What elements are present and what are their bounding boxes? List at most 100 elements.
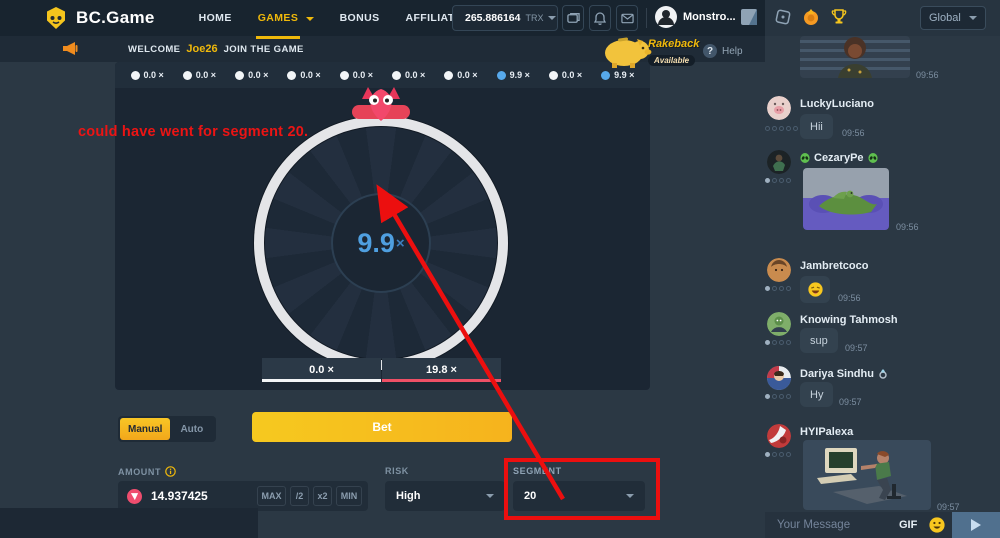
send-icon (971, 519, 981, 531)
lizard-couch-gif[interactable] (803, 168, 889, 230)
wheel-multiplier-times: × (396, 235, 405, 252)
auto-mode-button[interactable]: Auto (170, 424, 213, 435)
min-button[interactable]: MIN (336, 486, 362, 506)
half-button[interactable]: /2 (290, 486, 309, 506)
welcome-username[interactable]: Joe26 (186, 43, 217, 55)
avatar[interactable] (767, 366, 791, 390)
messages-button[interactable] (616, 5, 638, 31)
bet-button[interactable]: Bet (252, 412, 512, 442)
alien-emoji-icon (868, 153, 878, 164)
payout-underline (382, 379, 501, 382)
woman-reaction-gif[interactable] (800, 36, 910, 78)
multiplier-label: 9.9 × (510, 70, 530, 80)
leaderboard-button[interactable] (830, 8, 848, 31)
history-chip[interactable]: 0.0 × (131, 70, 164, 80)
chat-username[interactable]: HYIPalexa (800, 426, 853, 438)
chat-username[interactable]: Dariya Sindhu (800, 368, 874, 380)
history-chip[interactable]: 0.0 × (549, 70, 582, 80)
active-tab-underline (256, 36, 300, 39)
multiplier-label: 0.0 × (144, 70, 164, 80)
history-chip[interactable]: 0.0 × (340, 70, 373, 80)
avatar (655, 6, 677, 28)
multiplier-dot (444, 71, 453, 80)
user-badges (765, 178, 791, 183)
history-chip[interactable]: 0.0 × (392, 70, 425, 80)
chat-message-input[interactable] (777, 519, 895, 531)
risk-select[interactable]: High (385, 481, 505, 511)
piggy-bank-icon (600, 33, 654, 69)
max-button[interactable]: MAX (257, 486, 286, 506)
divider (646, 8, 647, 28)
nav-games[interactable]: GAMES (258, 12, 314, 24)
history-chip[interactable]: 0.0 × (444, 70, 477, 80)
emoji-button[interactable] (929, 517, 945, 533)
megaphone-icon (62, 41, 79, 56)
send-button[interactable] (952, 512, 1000, 538)
amount-value: 14.937425 (151, 489, 208, 503)
manual-mode-button[interactable]: Manual (120, 418, 170, 440)
user-badges (765, 126, 798, 131)
user-badges (765, 394, 791, 399)
multiplier-dot (549, 71, 558, 80)
coin-drop-button[interactable] (802, 8, 820, 31)
chat-username[interactable]: Knowing Tahmosh (800, 314, 898, 326)
retro-computer-gif[interactable] (803, 440, 931, 510)
message-time: 09:56 (916, 70, 939, 80)
chevron-down-icon (969, 16, 977, 20)
avatar[interactable] (767, 96, 791, 120)
wallet-button[interactable] (562, 5, 584, 31)
payout-label: 0.0 × (309, 364, 334, 376)
risk-label: RISK (385, 466, 409, 476)
rakeback-subtitle: Available (648, 55, 695, 66)
wheel-hub: 9.9 × (331, 193, 431, 293)
alien-emoji-icon (800, 153, 810, 164)
help-button[interactable]: ? Help (703, 44, 743, 58)
chat-username[interactable]: CezaryPe (814, 152, 864, 164)
payout-tab-low[interactable]: 0.0 × (262, 358, 381, 382)
chat-username[interactable]: LuckyLuciano (800, 98, 874, 110)
multiplier-label: 0.0 × (562, 70, 582, 80)
nav-home[interactable]: HOME (199, 12, 232, 24)
chat-input-bar: GIF (765, 512, 1000, 538)
multiplier-dot (131, 71, 140, 80)
brand-logo[interactable]: BC.Game (44, 6, 155, 30)
message-time: 09:56 (838, 293, 861, 303)
info-icon[interactable] (165, 466, 176, 477)
rakeback-widget[interactable]: Rakeback Available (600, 33, 654, 74)
risk-value: High (396, 490, 420, 502)
double-button[interactable]: x2 (313, 486, 332, 506)
amount-field[interactable]: 14.937425 MAX /2 x2 MIN (118, 481, 368, 511)
history-chip[interactable]: 0.0 × (287, 70, 320, 80)
avatar[interactable] (767, 258, 791, 282)
multiplier-dot (497, 71, 506, 80)
owl-mascot-icon (354, 86, 408, 122)
balance-selector[interactable]: 265.886164 TRX (452, 5, 558, 31)
chat-bubble: Hii (800, 114, 833, 139)
nav-bonus[interactable]: BONUS (340, 12, 380, 24)
top-navbar: BC.Game HOME GAMES BONUS AFFILIATE FORUM… (0, 0, 765, 36)
history-chip[interactable]: 0.0 × (235, 70, 268, 80)
avatar[interactable] (767, 150, 791, 174)
bell-icon (594, 12, 606, 25)
history-chip[interactable]: 0.0 × (183, 70, 216, 80)
chat-username[interactable]: Jambretcoco (800, 260, 868, 272)
chat-header: Global (765, 0, 1000, 36)
multiplier-label: 0.0 × (300, 70, 320, 80)
notifications-button[interactable] (589, 5, 611, 31)
trophy-icon (830, 8, 848, 26)
annotation-note: could have went for segment 20. (78, 124, 308, 140)
multiplier-label: 0.0 × (353, 70, 373, 80)
history-chip[interactable]: 9.9 × (497, 70, 530, 80)
user-badges (765, 340, 791, 345)
multiplier-dot (287, 71, 296, 80)
footer-block (0, 508, 258, 538)
gif-button[interactable]: GIF (899, 519, 917, 531)
multiplier-history-bar: 0.0 × 0.0 × 0.0 × 0.0 × 0.0 × 0.0 × 0.0 … (115, 62, 650, 88)
chat-region-selector[interactable]: Global (920, 6, 986, 30)
avatar[interactable] (767, 424, 791, 448)
avatar[interactable] (767, 312, 791, 336)
payout-tab-high[interactable]: 19.8 × (382, 358, 501, 382)
user-menu[interactable]: Monstro... (655, 6, 750, 28)
chat-toggle-button[interactable] (740, 8, 758, 26)
dice-button[interactable] (774, 8, 792, 31)
